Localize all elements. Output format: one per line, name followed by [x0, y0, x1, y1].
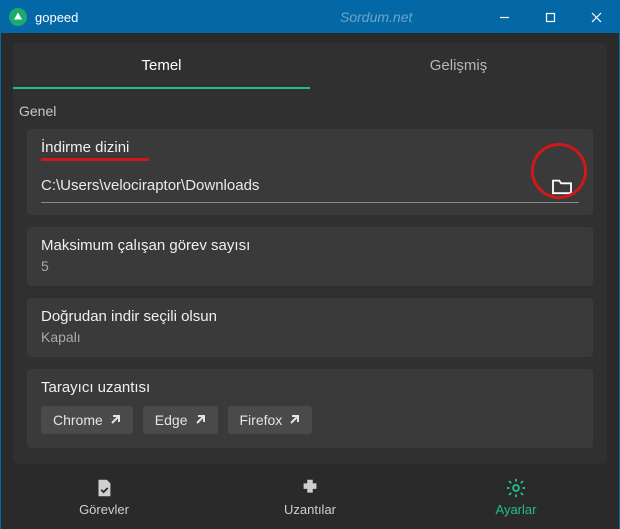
download-dir-label: İndirme dizini [41, 139, 579, 156]
direct-download-card[interactable]: Doğrudan indir seçili olsun Kapalı [27, 298, 593, 357]
max-tasks-value: 5 [41, 258, 579, 274]
window-title: gopeed [35, 10, 78, 25]
max-tasks-label: Maksimum çalışan görev sayısı [41, 237, 579, 254]
minimize-button[interactable] [481, 1, 527, 33]
app-icon [9, 8, 27, 26]
tab-advanced[interactable]: Gelişmiş [310, 43, 607, 89]
download-dir-input[interactable] [41, 171, 537, 200]
nav-settings[interactable]: Ayarlar [413, 465, 619, 529]
nav-tasks[interactable]: Görevler [1, 465, 207, 529]
tab-basic[interactable]: Temel [13, 43, 310, 89]
extension-firefox-button[interactable]: Firefox [228, 406, 313, 434]
external-link-icon [288, 414, 300, 426]
window-controls [481, 1, 619, 33]
extension-edge-button[interactable]: Edge [143, 406, 218, 434]
nav-extensions[interactable]: Uzantılar [207, 465, 413, 529]
download-dir-card: İndirme dizini [27, 129, 593, 215]
title-bar: gopeed Sordum.net [1, 1, 619, 33]
settings-tabs: Temel Gelişmiş [13, 43, 607, 89]
browser-extension-card: Tarayıcı uzantısı Chrome Edge Firefox [27, 369, 593, 448]
close-button[interactable] [573, 1, 619, 33]
browser-extension-label: Tarayıcı uzantısı [41, 379, 579, 396]
maximize-button[interactable] [527, 1, 573, 33]
folder-icon [551, 177, 573, 195]
max-tasks-card[interactable]: Maksimum çalışan görev sayısı 5 [27, 227, 593, 286]
extensions-icon [299, 477, 321, 499]
bottom-nav: Görevler Uzantılar Ayarlar [1, 465, 619, 529]
settings-panel: Temel Gelişmiş Genel İndirme dizini Maks… [13, 43, 607, 464]
external-link-icon [109, 414, 121, 426]
external-link-icon [194, 414, 206, 426]
watermark: Sordum.net [340, 9, 412, 25]
direct-download-value: Kapalı [41, 329, 579, 345]
highlight-underline [41, 158, 149, 161]
tasks-icon [93, 477, 115, 499]
browse-folder-button[interactable] [545, 172, 579, 200]
direct-download-label: Doğrudan indir seçili olsun [41, 308, 579, 325]
section-general-label: Genel [13, 89, 607, 129]
extension-chrome-button[interactable]: Chrome [41, 406, 133, 434]
settings-icon [505, 477, 527, 499]
